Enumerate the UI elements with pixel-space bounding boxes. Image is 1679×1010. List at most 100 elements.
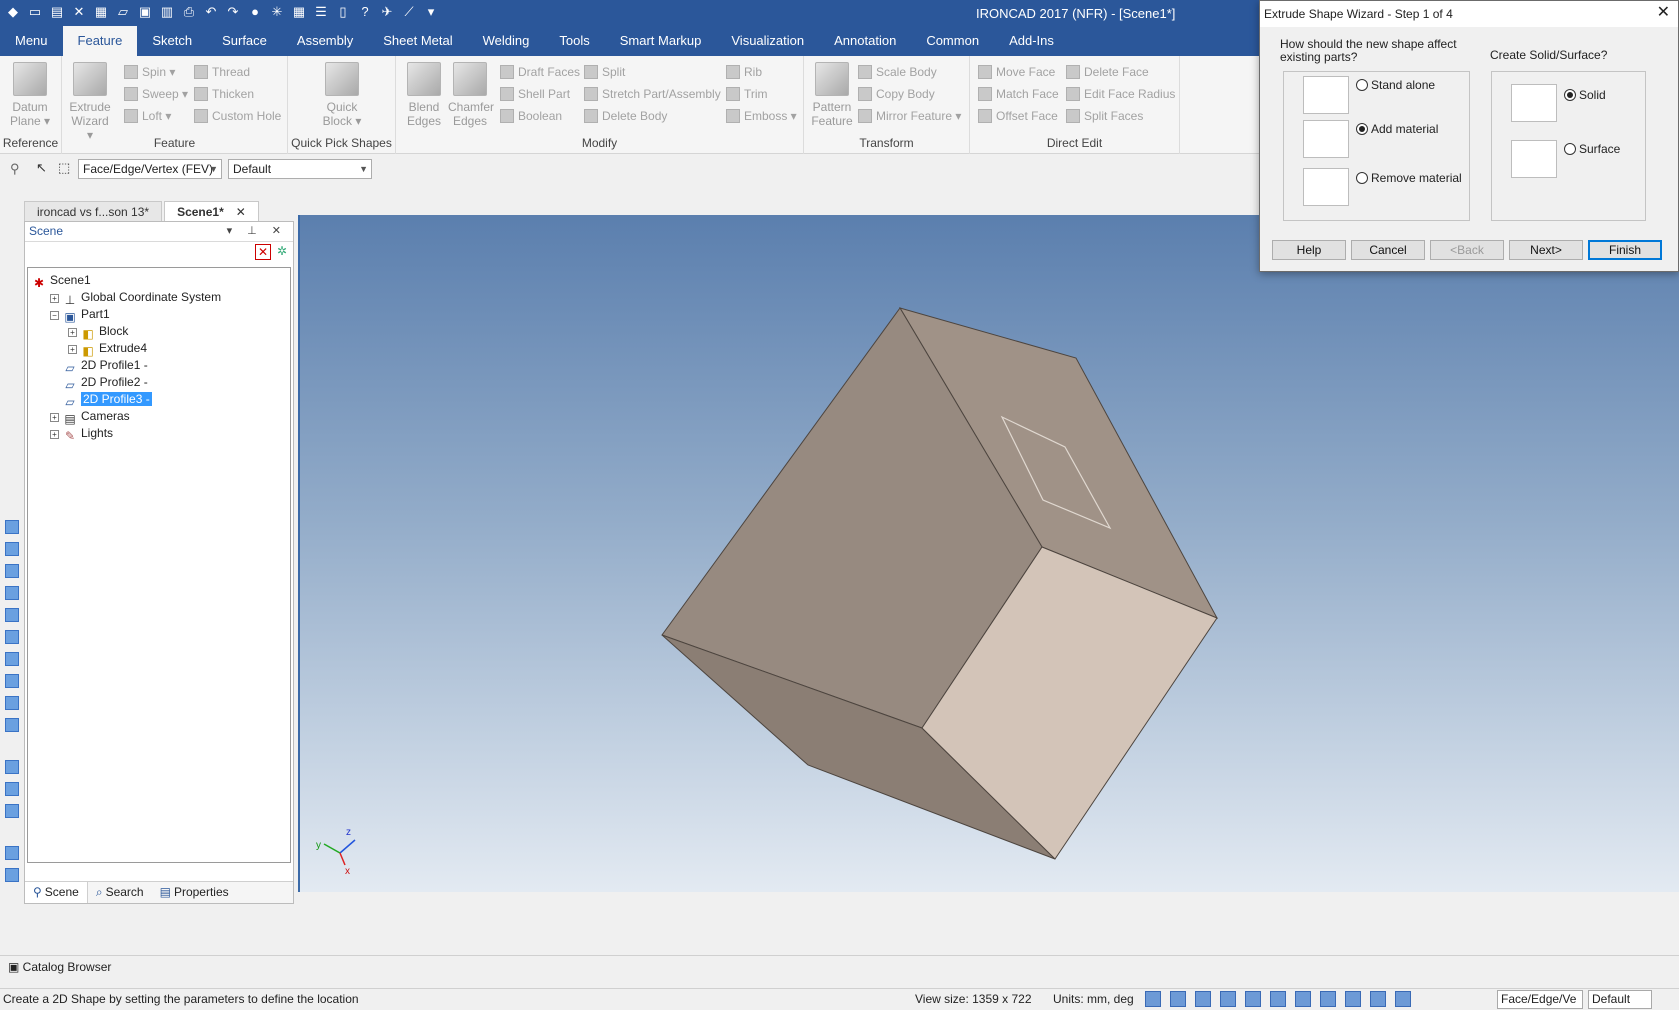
delete-body-button[interactable]: Delete Body [584, 108, 667, 124]
edit-face-radius-button[interactable]: Edit Face Radius [1066, 86, 1175, 102]
cancel-button[interactable]: Cancel [1351, 240, 1425, 260]
filter-options-icon[interactable]: ✲ [274, 244, 290, 260]
select-arrow-icon[interactable]: ↖ [36, 160, 47, 176]
draft-faces-button[interactable]: Draft Faces [500, 64, 580, 80]
zoom-icon[interactable] [1145, 991, 1161, 1007]
tree-item[interactable]: ▱ 2D Profile3 - [50, 391, 152, 409]
ribbon-tab-assembly[interactable]: Assembly [282, 26, 368, 56]
orbit-icon[interactable] [1245, 991, 1261, 1007]
clear-filter-icon[interactable]: ✕ [255, 244, 271, 260]
mirror-feature-button[interactable]: Mirror Feature ▾ [858, 108, 961, 124]
match-face-button[interactable]: Match Face [978, 86, 1059, 102]
expander-icon[interactable]: − [50, 311, 59, 320]
light-icon[interactable] [5, 804, 19, 818]
close-icon[interactable]: ✕ [1657, 1, 1670, 25]
view-iso-icon[interactable] [5, 586, 19, 600]
view-top-icon[interactable] [5, 542, 19, 556]
print-icon[interactable]: ⎙ [180, 3, 198, 21]
loft-button[interactable]: Loft ▾ [124, 108, 171, 124]
new-drawing-icon[interactable]: ▦ [92, 3, 110, 21]
ribbon-tab-tools[interactable]: Tools [544, 26, 604, 56]
camera-icon[interactable] [5, 782, 19, 796]
arrow-select-icon[interactable] [1395, 991, 1411, 1007]
radio-add-material[interactable]: Add material [1356, 122, 1438, 136]
redo-icon[interactable]: ↷ [224, 3, 242, 21]
ribbon-tab-feature[interactable]: Feature [62, 26, 138, 56]
shading-icon[interactable] [1270, 991, 1286, 1007]
extrude-wizard-button[interactable]: Extrude Wizard ▾ [68, 62, 112, 142]
sweep-button[interactable]: Sweep ▾ [124, 86, 188, 102]
view-cube-icon[interactable] [1220, 991, 1236, 1007]
save-as-icon[interactable]: ▥ [158, 3, 176, 21]
save-icon[interactable]: ▣ [136, 3, 154, 21]
emboss-button[interactable]: Emboss ▾ [726, 108, 797, 124]
measure-icon[interactable]: ⟋ [400, 3, 418, 21]
blend-edges-button[interactable]: Blend Edges [402, 62, 446, 128]
status-filter-select[interactable]: Face/Edge/Ve [1497, 990, 1583, 1009]
3d-viewport[interactable]: z y x [298, 215, 1679, 892]
expander-icon[interactable]: + [50, 294, 59, 303]
radio-surface[interactable]: Surface [1564, 142, 1620, 156]
expander-icon[interactable]: + [68, 328, 77, 337]
tree-item[interactable]: ▱ 2D Profile1 - [50, 357, 147, 375]
tree-item[interactable]: + ✎ Lights [50, 425, 113, 443]
shell-part-button[interactable]: Shell Part [500, 86, 570, 102]
thread-button[interactable]: Thread [194, 64, 250, 80]
panel-controls[interactable]: ▾ ⊥ ✕ [227, 224, 287, 237]
back-button[interactable]: <Back [1430, 240, 1504, 260]
spin-button[interactable]: Spin ▾ [124, 64, 175, 80]
delete-face-button[interactable]: Delete Face [1066, 64, 1149, 80]
view-back-icon[interactable] [5, 608, 19, 622]
select-parts-icon[interactable]: ⚲ [10, 161, 20, 177]
customize-qat-icon[interactable]: ▾ [422, 3, 440, 21]
close-doc-icon[interactable]: ✕ [70, 3, 88, 21]
view-right-icon[interactable] [5, 564, 19, 578]
ribbon-tab-smart-markup[interactable]: Smart Markup [605, 26, 717, 56]
view-bottom-icon[interactable] [5, 630, 19, 644]
next-button[interactable]: Next> [1509, 240, 1583, 260]
tab-scene1[interactable]: Scene1* ✕ [164, 201, 259, 221]
offset-face-button[interactable]: Offset Face [978, 108, 1058, 124]
selection-filter-select[interactable]: Face/Edge/Vertex (FEV) ▼ [78, 159, 222, 179]
view-custom-icon[interactable] [5, 718, 19, 732]
layout-icon[interactable]: ☰ [312, 3, 330, 21]
ribbon-tab-sheet-metal[interactable]: Sheet Metal [368, 26, 467, 56]
render-icon[interactable]: ● [246, 3, 264, 21]
radio-solid[interactable]: Solid [1564, 88, 1606, 102]
tab-search[interactable]: ⌕ Search [88, 882, 152, 903]
select-tool-icon[interactable] [1370, 991, 1386, 1007]
ribbon-tab-add-ins[interactable]: Add-Ins [994, 26, 1069, 56]
status-style-select[interactable]: Default [1588, 990, 1652, 1009]
undo-icon[interactable]: ↶ [202, 3, 220, 21]
rib-button[interactable]: Rib [726, 64, 762, 80]
tree-item[interactable]: ▱ 2D Profile2 - [50, 374, 147, 392]
learn-icon[interactable]: ✈ [378, 3, 396, 21]
open-icon[interactable]: ▱ [114, 3, 132, 21]
scale-body-button[interactable]: Scale Body [858, 64, 937, 80]
close-icon[interactable]: ✕ [236, 205, 246, 219]
datum-plane-button[interactable]: Datum Plane ▾ [8, 62, 52, 128]
tab-properties[interactable]: ▤ Properties [152, 882, 237, 903]
custom-hole-button[interactable]: Custom Hole [194, 108, 281, 124]
window-icon[interactable]: ▯ [334, 3, 352, 21]
quick-block-button[interactable]: Quick Block ▾ [320, 62, 364, 128]
move-face-button[interactable]: Move Face [978, 64, 1055, 80]
chamfer-edges-button[interactable]: Chamfer Edges [448, 62, 494, 128]
ribbon-tab-surface[interactable]: Surface [207, 26, 282, 56]
render-mode-icon[interactable] [1195, 991, 1211, 1007]
tab-ironcad-vs[interactable]: ironcad vs f...son 13* [24, 201, 163, 221]
new-icon[interactable]: ▭ [26, 3, 44, 21]
expander-icon[interactable]: + [68, 345, 77, 354]
view-front-icon[interactable] [5, 520, 19, 534]
tree-item[interactable]: + ◧ Extrude4 [68, 340, 147, 358]
trim-button[interactable]: Trim [726, 86, 768, 102]
help-button[interactable]: Help [1272, 240, 1346, 260]
zoom-window-icon[interactable] [1170, 991, 1186, 1007]
pattern-feature-button[interactable]: Pattern Feature [810, 62, 854, 128]
ribbon-tab-menu[interactable]: Menu [0, 26, 63, 56]
thicken-button[interactable]: Thicken [194, 86, 254, 102]
catalog-browser-bar[interactable]: ▣ Catalog Browser [0, 955, 1679, 979]
expander-icon[interactable]: + [50, 430, 59, 439]
view-left-icon[interactable] [5, 652, 19, 666]
ribbon-tab-annotation[interactable]: Annotation [819, 26, 911, 56]
